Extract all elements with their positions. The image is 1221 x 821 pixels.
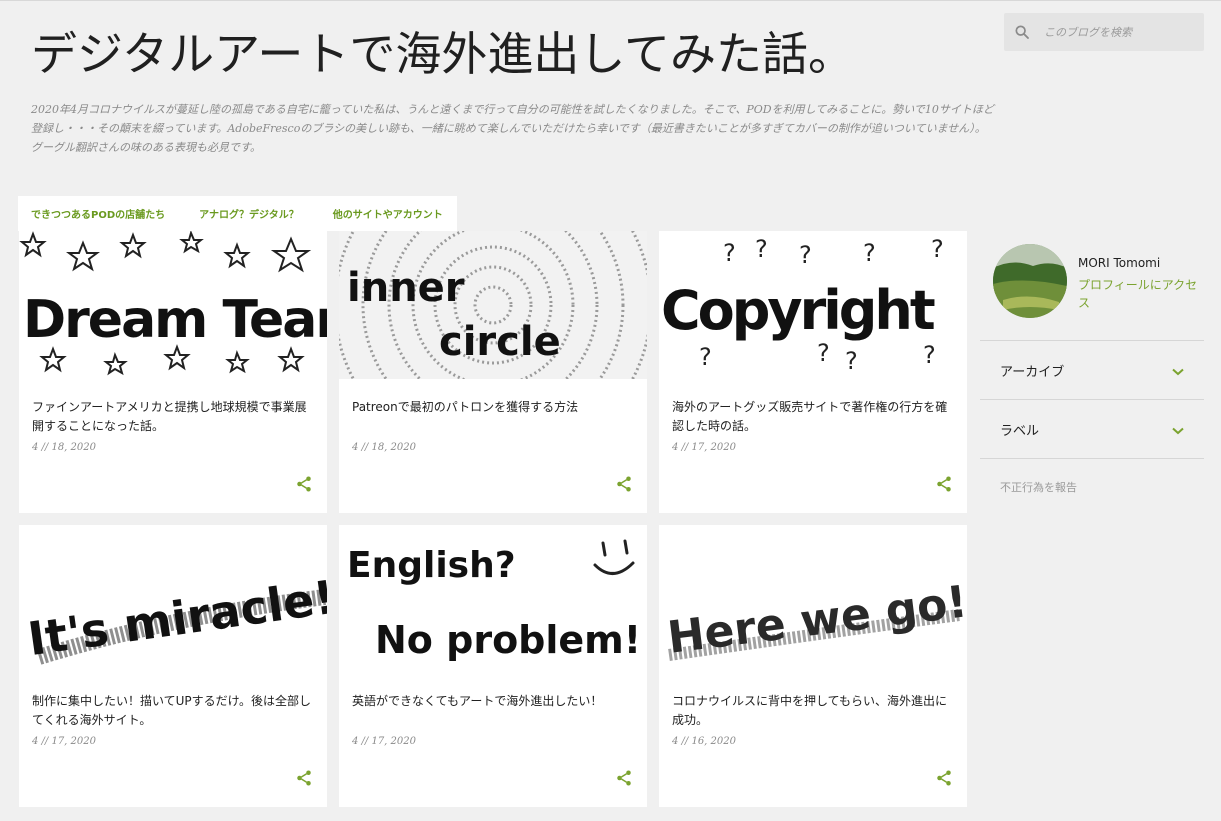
share-icon[interactable] <box>295 475 313 493</box>
post-date: 4 // 17, 2020 <box>352 736 416 747</box>
chevron-down-icon[interactable] <box>1172 420 1184 439</box>
archive-label: アーカイブ <box>1000 364 1065 380</box>
cover-lettering: circle <box>439 319 561 365</box>
post-date: 4 // 17, 2020 <box>32 736 96 747</box>
post-thumbnail[interactable]: ??? ??? ??? Copyright <box>659 231 967 379</box>
post-title[interactable]: 海外のアートグッズ販売サイトで著作権の行方を確認した時の話。 <box>672 398 958 436</box>
post-title[interactable]: 制作に集中したい！描いてUPするだけ。後は全部してくれる海外サイト。 <box>32 692 318 730</box>
sidebar: MORI Tomomi プロフィールにアクセス アーカイブ ラベル 不正行為を報… <box>980 240 1204 495</box>
svg-text:?: ? <box>845 347 858 375</box>
post-card[interactable]: Dream Team ファインアートアメリカと提携し地球規模で事業展開することに… <box>19 231 327 513</box>
post-card[interactable]: Here we go!! コロナウイルスに背中を押してもらい、海外進出に成功。 … <box>659 525 967 807</box>
profile-widget: MORI Tomomi プロフィールにアクセス <box>980 240 1204 341</box>
post-thumbnail[interactable]: It's miracle! <box>19 525 327 673</box>
archive-widget[interactable]: アーカイブ <box>980 341 1204 400</box>
chevron-down-icon[interactable] <box>1172 361 1184 380</box>
svg-text:?: ? <box>755 235 768 263</box>
search-box[interactable] <box>1004 13 1204 51</box>
post-date: 4 // 16, 2020 <box>672 736 736 747</box>
post-date: 4 // 18, 2020 <box>352 442 416 453</box>
tab-analog-digital[interactable]: アナログ？デジタル？ <box>199 206 299 221</box>
search-input[interactable] <box>1044 25 1194 39</box>
share-icon[interactable] <box>615 769 633 787</box>
labels-label: ラベル <box>1000 423 1040 439</box>
post-card[interactable]: English? No problem! 英語ができなくてもアートで海外進出した… <box>339 525 647 807</box>
post-thumbnail[interactable]: Dream Team <box>19 231 327 379</box>
post-thumbnail[interactable]: English? No problem! <box>339 525 647 673</box>
post-thumbnail[interactable]: Here we go!! <box>659 525 967 673</box>
share-icon[interactable] <box>935 475 953 493</box>
cover-lettering: No problem! <box>375 618 641 662</box>
svg-text:?: ? <box>931 235 944 263</box>
post-title[interactable]: ファインアートアメリカと提携し地球規模で事業展開することになった話。 <box>32 398 318 436</box>
page-tabs: できつつあるPODの店舗たち アナログ？デジタル？ 他のサイトやアカウント <box>18 196 457 231</box>
share-icon[interactable] <box>935 769 953 787</box>
cover-lettering: English? <box>347 545 516 586</box>
labels-widget[interactable]: ラベル <box>980 400 1204 459</box>
tab-pod-stores[interactable]: できつつあるPODの店舗たち <box>31 206 165 221</box>
post-card[interactable]: inner circle Patreonで最初のパトロンを獲得する方法 4 //… <box>339 231 647 513</box>
svg-text:?: ? <box>817 339 830 367</box>
svg-text:?: ? <box>863 239 876 267</box>
share-icon[interactable] <box>615 475 633 493</box>
report-abuse-link[interactable]: 不正行為を報告 <box>1000 479 1204 495</box>
post-card[interactable]: It's miracle! 制作に集中したい！描いてUPするだけ。後は全部してく… <box>19 525 327 807</box>
svg-text:?: ? <box>723 239 736 267</box>
post-date: 4 // 18, 2020 <box>32 442 96 453</box>
svg-text:?: ? <box>923 341 936 369</box>
svg-text:?: ? <box>699 343 712 371</box>
post-date: 4 // 17, 2020 <box>672 442 736 453</box>
cover-lettering: Copyright <box>661 279 935 342</box>
svg-text:?: ? <box>799 241 812 269</box>
post-title[interactable]: コロナウイルスに背中を押してもらい、海外進出に成功。 <box>672 692 958 730</box>
top-divider <box>0 0 1221 1</box>
cover-lettering: inner <box>347 265 465 311</box>
profile-name: MORI Tomomi <box>1078 256 1161 270</box>
blog-title[interactable]: デジタルアートで海外進出してみた話。 <box>31 18 854 84</box>
post-title[interactable]: 英語ができなくてもアートで海外進出したい！ <box>352 692 638 711</box>
profile-link[interactable]: プロフィールにアクセス <box>1078 276 1198 312</box>
blog-description: 2020年4月コロナウイルスが蔓延し陸の孤島である自宅に籠っていた私は、うんと遠… <box>31 103 994 154</box>
tab-other-sites[interactable]: 他のサイトやアカウント <box>333 206 443 221</box>
cover-lettering: Dream Team <box>23 290 327 350</box>
share-icon[interactable] <box>295 769 313 787</box>
avatar[interactable] <box>993 244 1067 318</box>
post-title[interactable]: Patreonで最初のパトロンを獲得する方法 <box>352 398 638 417</box>
post-card[interactable]: ??? ??? ??? Copyright 海外のアートグッズ販売サイトで著作権… <box>659 231 967 513</box>
search-icon[interactable] <box>1006 13 1038 51</box>
post-thumbnail[interactable]: inner circle <box>339 231 647 379</box>
